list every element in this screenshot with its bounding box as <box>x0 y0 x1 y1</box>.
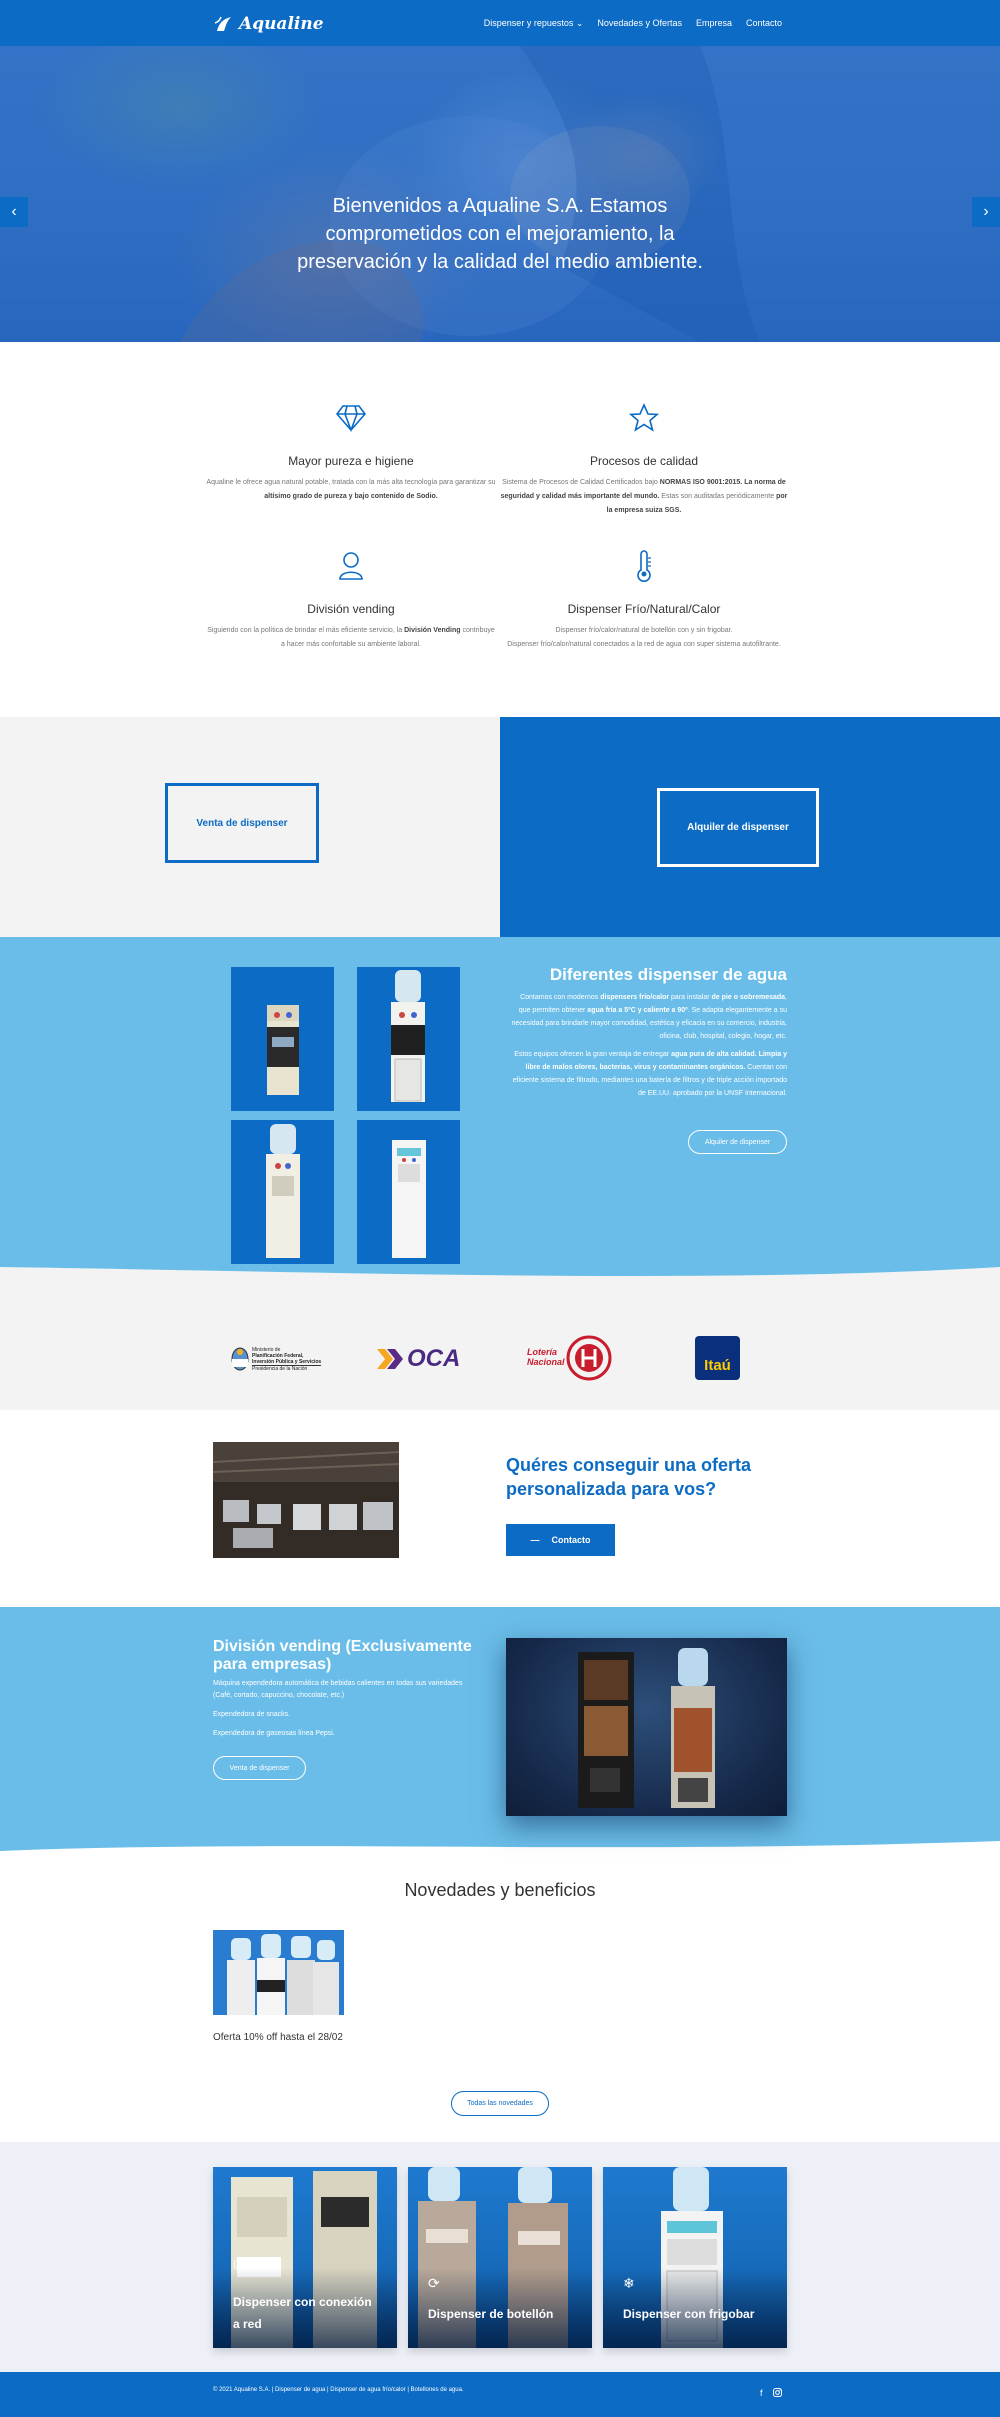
vending-text: Expendedora de gaseosas línea Pepsi. <box>213 1730 335 1737</box>
vending-text: Expendedora de snacks. <box>213 1711 291 1718</box>
footer-copyright: © 2021 Aqualine S.A. | Dispenser de agua… <box>213 2387 464 2393</box>
vending-text: Máquina expendedora automática de bebida… <box>213 1680 463 1699</box>
nav-item-contacto[interactable]: Contacto <box>746 18 782 28</box>
nav-item-dispenser[interactable]: Dispenser y repuestos ⌄ <box>484 18 584 29</box>
contact-button-label: Contacto <box>551 1535 591 1545</box>
main-nav: Dispenser y repuestos ⌄ Novedades y Ofer… <box>484 0 782 46</box>
logo[interactable]: Aqualine <box>213 10 324 38</box>
snowflake-icon: ❄ <box>623 2275 635 2291</box>
all-news-button[interactable]: Todas las novedades <box>451 2091 549 2116</box>
nav-item-empresa[interactable]: Empresa <box>696 18 732 28</box>
star-icon <box>624 398 664 438</box>
oca-chevron-icon <box>377 1349 403 1369</box>
instagram-icon[interactable] <box>772 2388 782 2399</box>
feature-description: Aqualine le ofrece agua natural potable,… <box>206 479 496 500</box>
feature-title: División vending <box>307 602 395 616</box>
dispenser-image <box>231 1120 334 1264</box>
partner-logo-itau: Itaú <box>695 1336 740 1380</box>
rent-dispenser-button[interactable]: Alquiler de dispenser <box>657 788 819 867</box>
dispensers-section <box>0 937 1000 1285</box>
logo-icon <box>214 16 231 31</box>
vending-title: División vending (Exclusivamente para em… <box>213 1638 472 1673</box>
feature-quality: Procesos de calidad Sistema de Procesos … <box>499 398 789 518</box>
footer-social-links: f <box>760 2388 782 2399</box>
product-card-network[interactable]: ◎ Dispenser con conexión a red <box>213 2167 397 2348</box>
product-card-bottle[interactable]: ⟳ Dispenser de botellón <box>408 2167 592 2348</box>
hero-slider: Bienvenidos a Aqualine S.A. Estamos comp… <box>0 46 1000 342</box>
loteria-emblem-icon <box>566 1335 612 1381</box>
header: Aqualine Dispenser y repuestos ⌄ Novedad… <box>0 0 1000 46</box>
facebook-icon[interactable]: f <box>760 2388 763 2399</box>
slider-next-button[interactable]: › <box>972 197 1000 227</box>
dash-icon: — <box>530 1535 540 1545</box>
partner-logo-loteria: Lotería Nacional <box>527 1335 615 1381</box>
user-icon <box>331 546 371 586</box>
feature-vending: División vending Siguiendo con la políti… <box>206 546 496 652</box>
news-item-image[interactable] <box>213 1930 344 2015</box>
target-icon: ◎ <box>233 2255 246 2271</box>
partners-section: Ministerio de Planificación Federal, Inv… <box>0 1285 1000 1410</box>
products-section: ◎ Dispenser con conexión a red ⟳ Dispens… <box>0 2142 1000 2372</box>
partner-text: Inversión Pública y Servicios <box>252 1358 322 1365</box>
partner-logo-ministerio: Ministerio de Planificación Federal, Inv… <box>231 1341 331 1377</box>
wave-divider <box>0 1267 1000 1285</box>
dispensers-description: Contamos con modernos dispensers frío/ca… <box>511 994 787 1097</box>
oca-text: OCA <box>407 1345 461 1372</box>
product-card-fridge[interactable]: ❄ Dispenser con frigobar <box>603 2167 787 2348</box>
wave-divider <box>0 1841 1000 1857</box>
vending-machine-image <box>506 1638 787 1816</box>
news-heading: Novedades y beneficios <box>404 1880 596 1900</box>
warehouse-image <box>213 1442 399 1558</box>
dispenser-image <box>357 1120 460 1264</box>
dispensers-title: Diferentes dispenser de agua <box>549 965 787 984</box>
slider-prev-button[interactable]: ‹ <box>0 197 28 227</box>
partner-text: Presidencia de la Nación <box>252 1364 322 1372</box>
vending-section <box>0 1607 1000 1857</box>
itau-text: Itaú <box>704 1357 731 1374</box>
vending-description: Máquina expendedora automática de bebida… <box>213 1678 473 1747</box>
contact-button[interactable]: — Contacto <box>506 1524 615 1556</box>
dispenser-image <box>231 967 334 1111</box>
feature-title: Dispenser Frío/Natural/Calor <box>567 602 721 616</box>
sale-dispenser-button[interactable]: Venta de dispenser <box>213 1756 306 1780</box>
chevron-right-icon: › <box>983 203 989 220</box>
dispenser-image <box>357 967 460 1111</box>
coat-of-arms-icon <box>231 1347 249 1371</box>
sale-dispenser-button[interactable]: Venta de dispenser <box>165 783 319 863</box>
feature-description: Dispenser frío/calor/natural de botellón… <box>507 627 781 648</box>
thermometer-icon <box>624 546 664 586</box>
nav-item-novedades[interactable]: Novedades y Ofertas <box>597 18 682 28</box>
footer <box>0 2372 1000 2417</box>
nav-item-label: Dispenser y repuestos <box>483 17 574 28</box>
contact-heading: Quéres conseguir una oferta personalizad… <box>506 1455 752 1499</box>
partner-text: Lotería <box>527 1347 558 1357</box>
chevron-down-icon: ⌄ <box>575 17 584 28</box>
feature-purity: Mayor pureza e higiene Aqualine le ofrec… <box>206 398 496 504</box>
rent-dispenser-button[interactable]: Alquiler de dispenser <box>688 1130 787 1154</box>
partner-logo-oca: OCA <box>377 1345 460 1373</box>
feature-title: Mayor pureza e higiene <box>288 454 414 468</box>
hero-heading: Bienvenidos a Aqualine S.A. Estamos comp… <box>297 195 703 273</box>
feature-description: Siguiendo con la política de brindar el … <box>207 627 495 648</box>
card-title: Dispenser con frigobar <box>623 2307 755 2321</box>
feature-title: Procesos de calidad <box>589 454 699 468</box>
diamond-icon <box>331 398 371 438</box>
card-title: Dispenser de botellón <box>428 2307 554 2321</box>
card-title: Dispenser con conexión a red <box>233 2295 372 2331</box>
feature-description: Sistema de Procesos de Calidad Certifica… <box>500 479 788 514</box>
partner-text: Nacional <box>527 1357 565 1367</box>
logo-text: Aqualine <box>239 14 324 34</box>
chevron-left-icon: ‹ <box>11 203 17 220</box>
news-item-title[interactable]: Oferta 10% off hasta el 28/02 <box>213 2029 343 2047</box>
feature-cold-hot: Dispenser Frío/Natural/Calor Dispenser f… <box>499 546 789 652</box>
refresh-icon: ⟳ <box>428 2275 440 2291</box>
